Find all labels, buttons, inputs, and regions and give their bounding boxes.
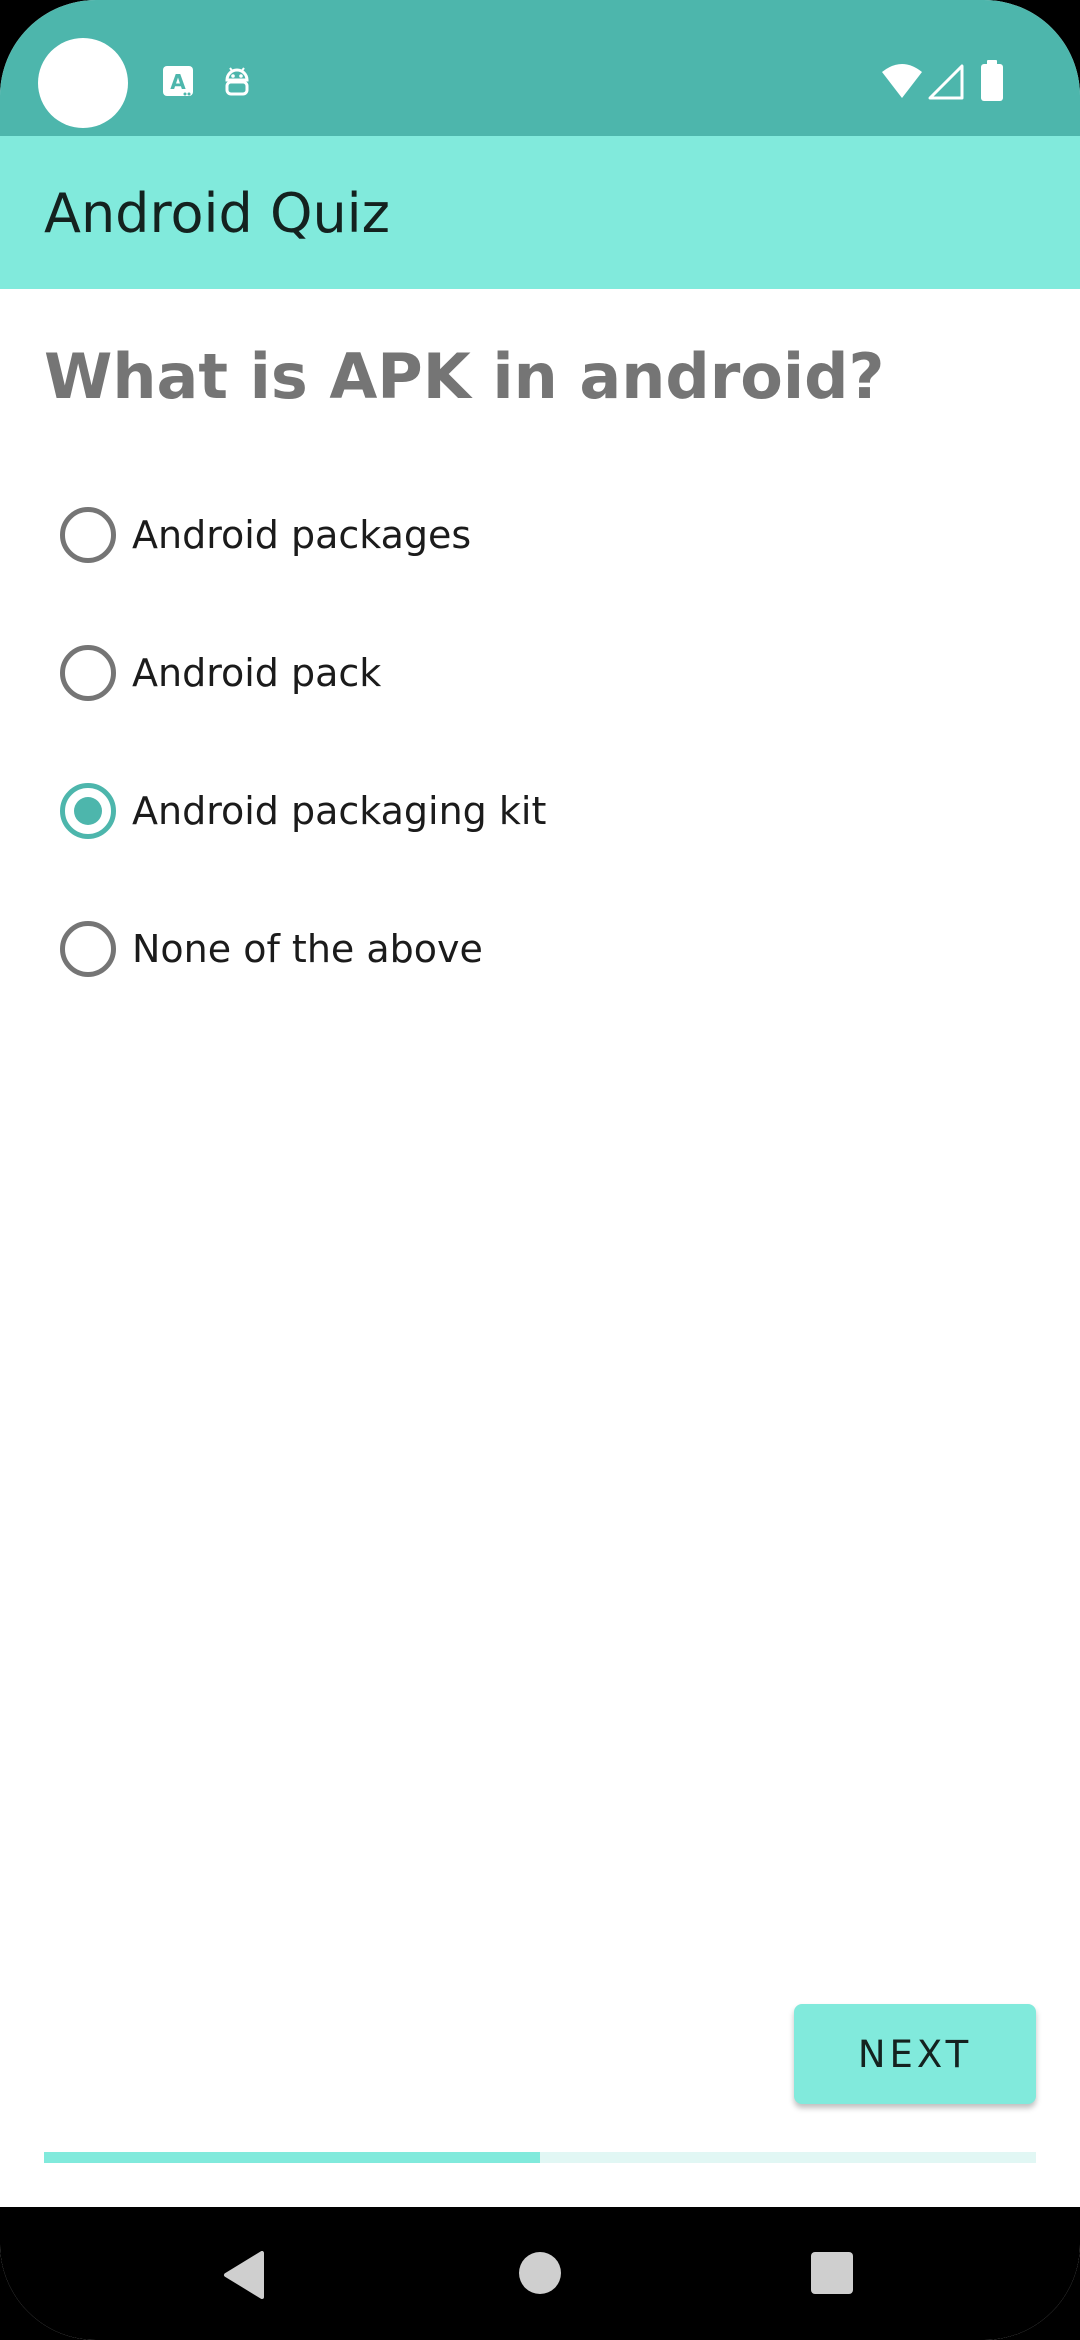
option-label: Android pack (132, 651, 382, 695)
radio-button-icon[interactable] (60, 921, 116, 977)
app-bar: Android Quiz (0, 136, 1080, 289)
question-text: What is APK in android? (44, 340, 885, 413)
camera-hole (38, 38, 128, 128)
navigation-bar (0, 2207, 1080, 2340)
translate-notification-icon: A (163, 66, 193, 96)
next-button[interactable]: NEXT (794, 2004, 1036, 2104)
option-1[interactable]: Android packages (44, 480, 944, 590)
radio-button-icon[interactable] (60, 645, 116, 701)
option-label: Android packaging kit (132, 789, 547, 833)
device-screen: A Android Quiz What is APK in android? A… (0, 0, 1080, 2340)
radio-button-icon[interactable] (60, 783, 116, 839)
quiz-progress-bar (44, 2152, 1036, 2163)
cellular-signal-icon (928, 64, 964, 100)
status-bar: A (0, 0, 1080, 136)
home-icon[interactable] (518, 2251, 562, 2295)
option-label: None of the above (132, 927, 483, 971)
back-icon[interactable] (222, 2251, 266, 2299)
quiz-progress-fill (44, 2152, 540, 2163)
svg-text:A: A (170, 70, 186, 94)
option-4[interactable]: None of the above (44, 894, 944, 1004)
recents-icon[interactable] (810, 2251, 854, 2295)
option-3[interactable]: Android packaging kit (44, 756, 944, 866)
android-notification-icon (225, 67, 249, 96)
wifi-icon (882, 64, 922, 98)
app-title: Android Quiz (44, 182, 391, 245)
battery-icon (981, 60, 1003, 101)
radio-button-icon[interactable] (60, 507, 116, 563)
option-2[interactable]: Android pack (44, 618, 944, 728)
option-label: Android packages (132, 513, 472, 557)
